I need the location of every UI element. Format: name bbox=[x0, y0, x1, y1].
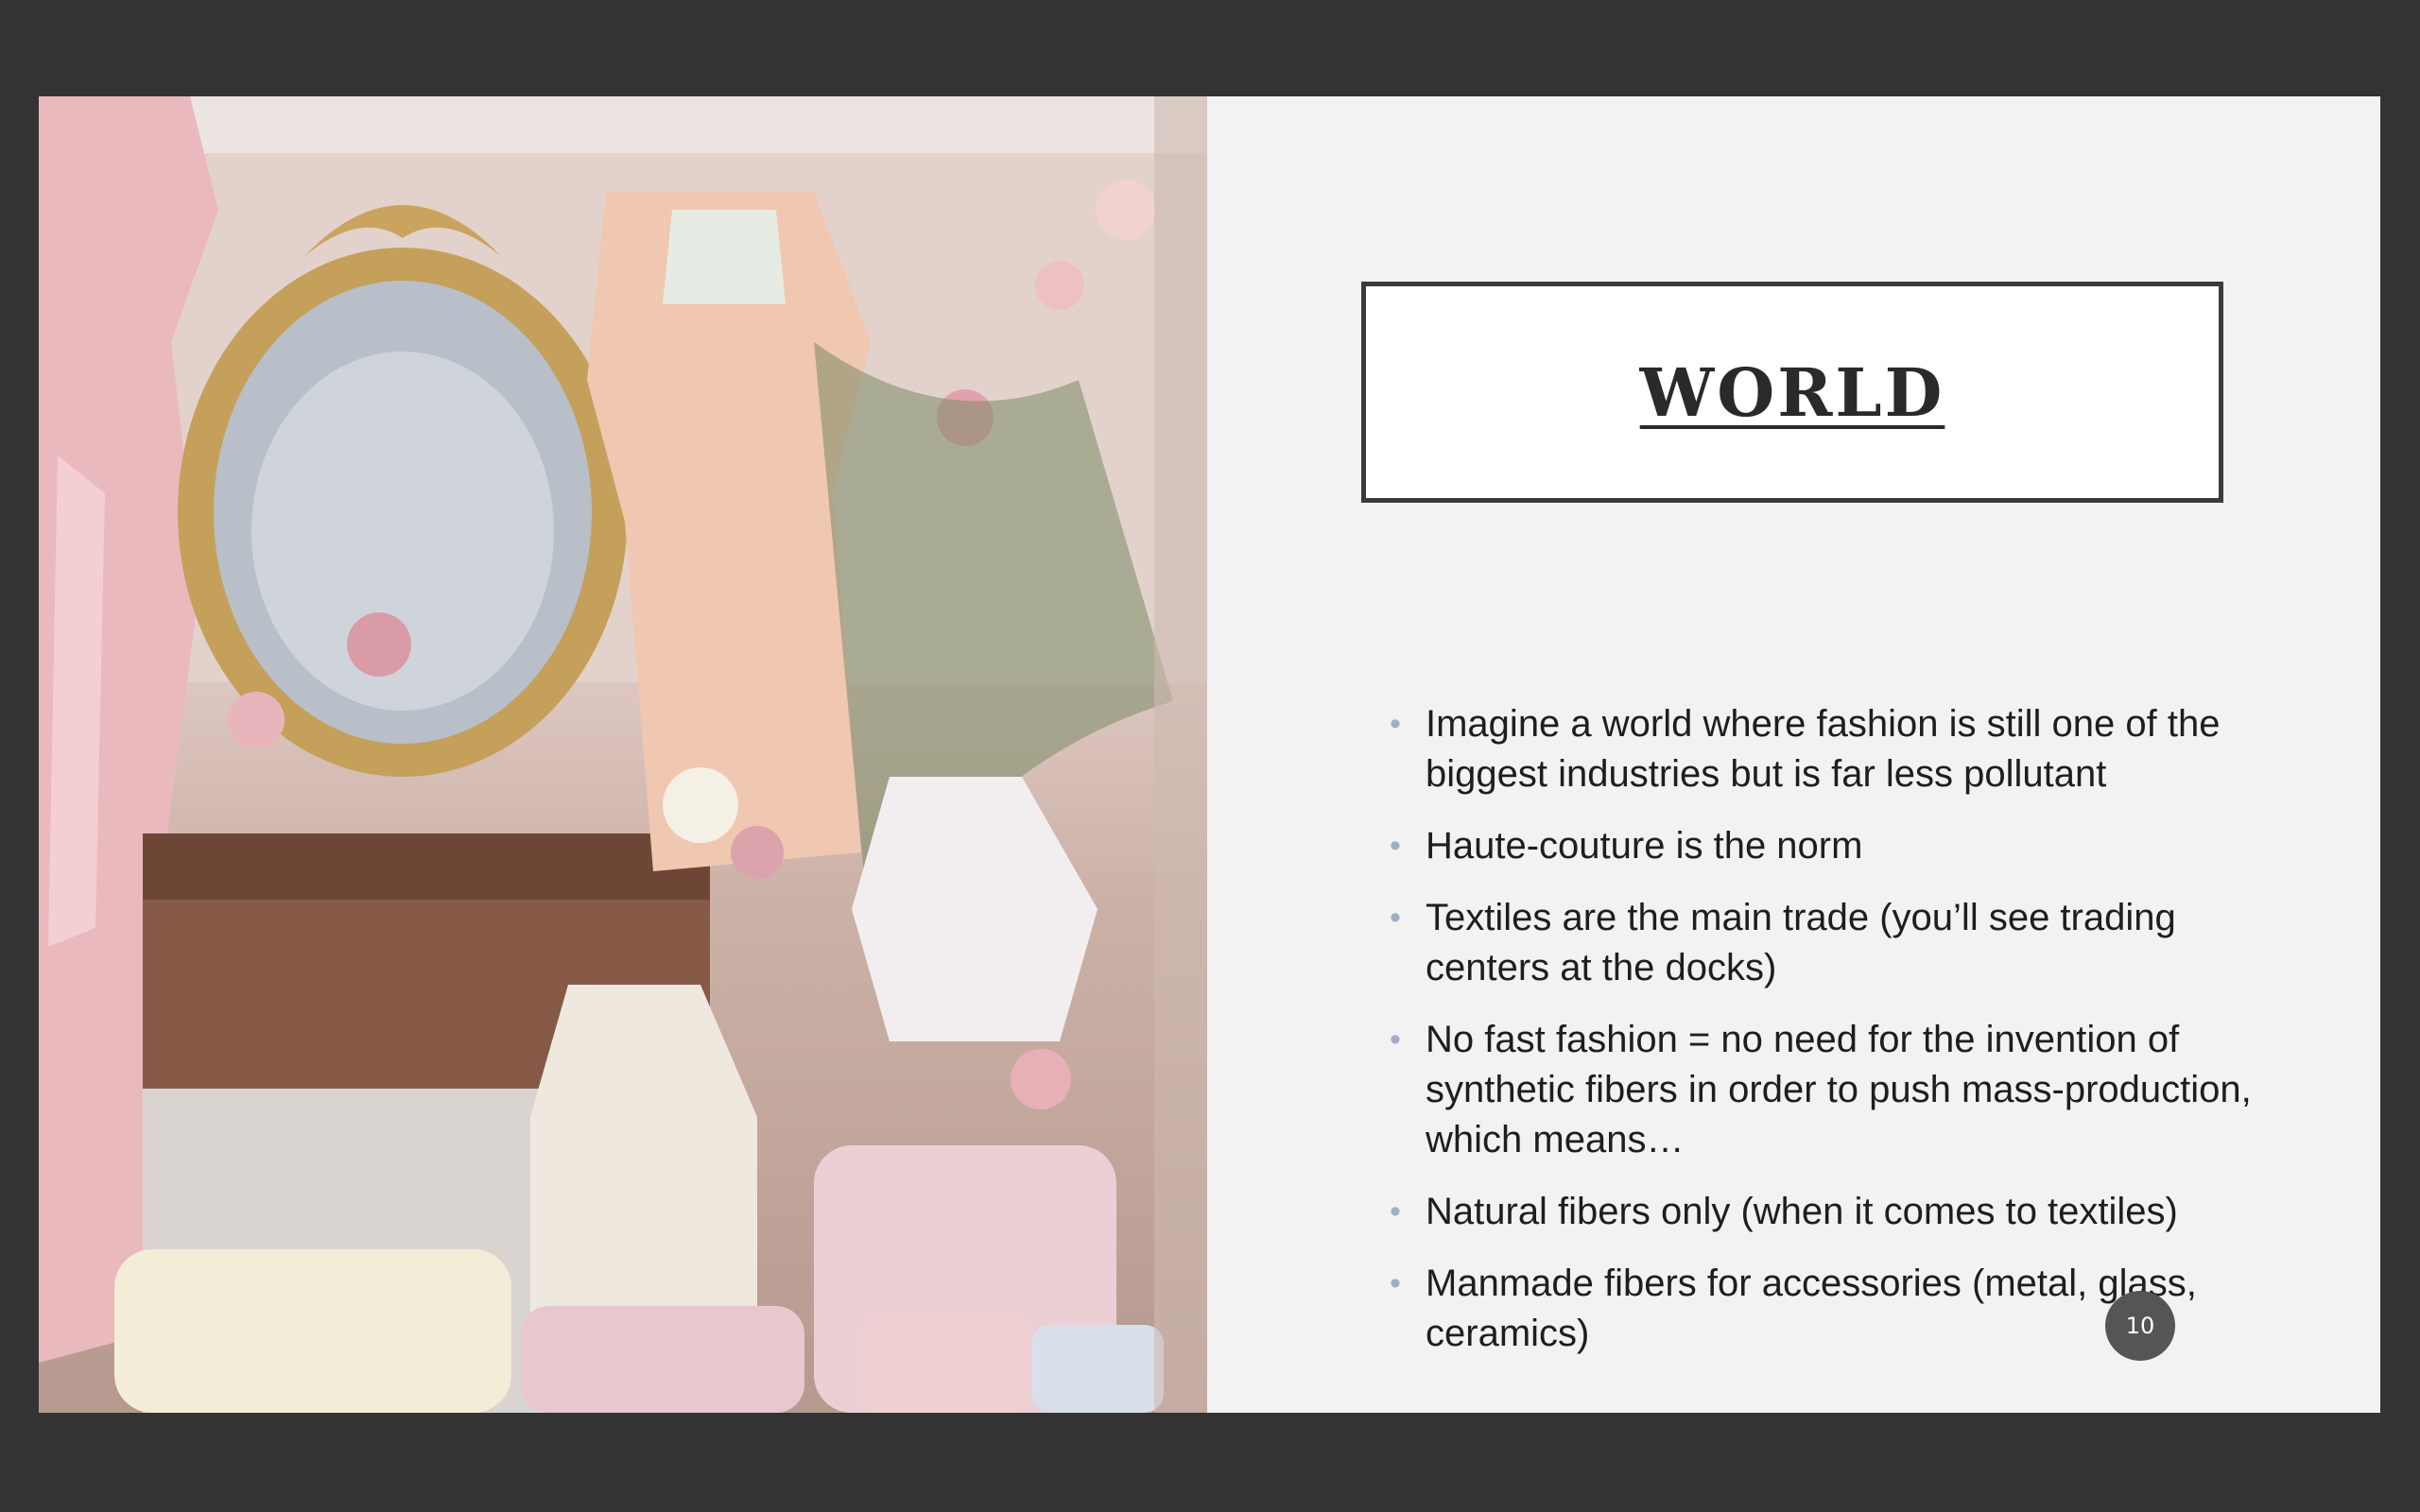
boutique-photo bbox=[39, 96, 1207, 1413]
bullet-list: • Imagine a world where fashion is still … bbox=[1376, 699, 2256, 1381]
bullet-dot-icon: • bbox=[1390, 828, 1401, 864]
bullet-dot-icon: • bbox=[1390, 706, 1401, 742]
bullet-dot-icon: • bbox=[1390, 900, 1401, 936]
page-number-badge: 10 bbox=[2105, 1291, 2175, 1361]
bullet-item: • No fast fashion = no need for the inven… bbox=[1376, 1015, 2256, 1165]
bullet-item: • Natural fibers only (when it comes to t… bbox=[1376, 1187, 2256, 1237]
bullet-item: • Imagine a world where fashion is still … bbox=[1376, 699, 2256, 799]
bullet-item: • Haute-couture is the norm bbox=[1376, 821, 2256, 871]
bullet-dot-icon: • bbox=[1390, 1265, 1401, 1301]
slide: WORLD • Imagine a world where fashion is … bbox=[39, 96, 2380, 1413]
boutique-photo-illustration bbox=[39, 96, 1207, 1413]
bullet-dot-icon: • bbox=[1390, 1194, 1401, 1229]
slide-title: WORLD bbox=[1639, 352, 1945, 432]
title-box: WORLD bbox=[1361, 282, 2223, 503]
bullet-dot-icon: • bbox=[1390, 1022, 1401, 1057]
bullet-item: • Textiles are the main trade (you’ll see… bbox=[1376, 893, 2256, 993]
